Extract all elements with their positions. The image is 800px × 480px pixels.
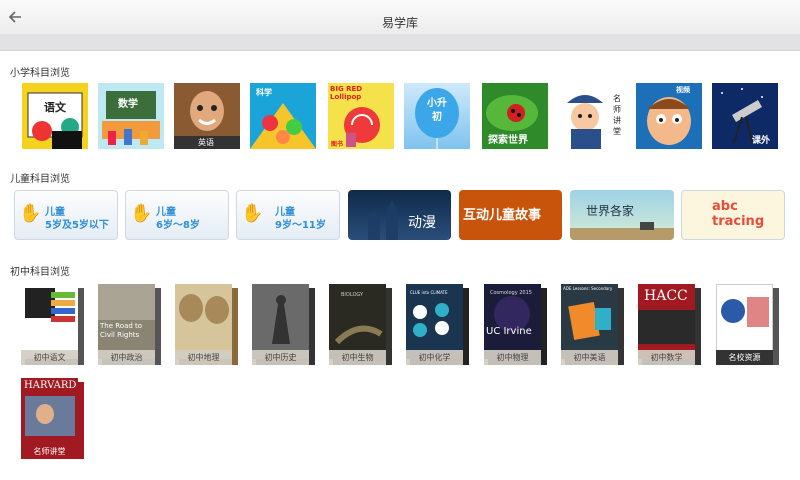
tile-children-9to11[interactable]: ✋ 儿童 9岁～11岁 bbox=[236, 190, 340, 240]
book-physics[interactable]: Cosmology 2015 UC Irvine 初中物理 bbox=[484, 284, 547, 365]
tile-big-red-lollipop[interactable]: BIG RED Lollipop 图书 bbox=[328, 83, 394, 149]
tile-children-6to8[interactable]: ✋ 儿童 6岁～8岁 bbox=[125, 190, 229, 240]
book-chinese[interactable]: 初中语文 bbox=[21, 284, 84, 365]
tile-extracurricular[interactable]: 课外 bbox=[712, 83, 778, 149]
tile-famous-teacher[interactable]: 名师讲堂 bbox=[559, 83, 625, 149]
book-geography[interactable]: 初中地理 bbox=[175, 284, 238, 365]
book-history[interactable]: 初中历史 bbox=[252, 284, 315, 365]
book-politics[interactable]: The Road to Civil Rights 初中政治 bbox=[98, 284, 161, 365]
top-bar: 易学库 bbox=[0, 0, 800, 34]
section-title-middle: 初中科目浏览 bbox=[10, 267, 70, 278]
book-chemistry[interactable]: CLUE into CLIMATE 初中化学 bbox=[406, 284, 469, 365]
tile-chinese[interactable]: 语文 bbox=[22, 83, 88, 149]
book-math[interactable]: HACC 初中数学 bbox=[638, 284, 701, 365]
book-biology[interactable]: BIOLOGY 初中生物 bbox=[329, 284, 392, 365]
tile-world-families[interactable]: 世界各家 bbox=[570, 190, 674, 240]
tile-interactive-stories[interactable]: 互动儿童故事 bbox=[459, 190, 562, 240]
section-title-children: 儿童科目浏览 bbox=[10, 174, 70, 185]
book-english[interactable]: ADE Lessons: Secondary 初中美语 bbox=[561, 284, 624, 365]
book-famous-schools[interactable]: 名校资源 bbox=[716, 284, 779, 365]
section-title-primary: 小学科目浏览 bbox=[10, 68, 70, 79]
tile-anime[interactable]: 动漫 bbox=[348, 190, 451, 240]
toolbar-strip bbox=[0, 34, 800, 51]
hand-icon: ✋ bbox=[241, 203, 264, 224]
tile-video[interactable]: 视频 bbox=[636, 83, 702, 149]
tile-explore-world[interactable]: 探索世界 bbox=[482, 83, 548, 149]
tile-abc-tracing[interactable]: abc tracing bbox=[681, 190, 785, 240]
page-title: 易学库 bbox=[381, 16, 418, 30]
tile-english[interactable]: 英语 bbox=[174, 83, 240, 149]
tile-xiaoshengchu[interactable]: 小升初 bbox=[404, 83, 470, 149]
tile-math[interactable]: 数学 bbox=[98, 83, 164, 149]
book-harvard-lectures[interactable]: HARVARD 名师讲堂 bbox=[21, 378, 84, 459]
tile-children-under5[interactable]: ✋ 儿童 5岁及5岁以下 bbox=[14, 190, 118, 240]
hand-icon: ✋ bbox=[130, 203, 153, 224]
hand-icon: ✋ bbox=[19, 203, 42, 224]
tile-science[interactable]: 科学 bbox=[250, 83, 316, 149]
